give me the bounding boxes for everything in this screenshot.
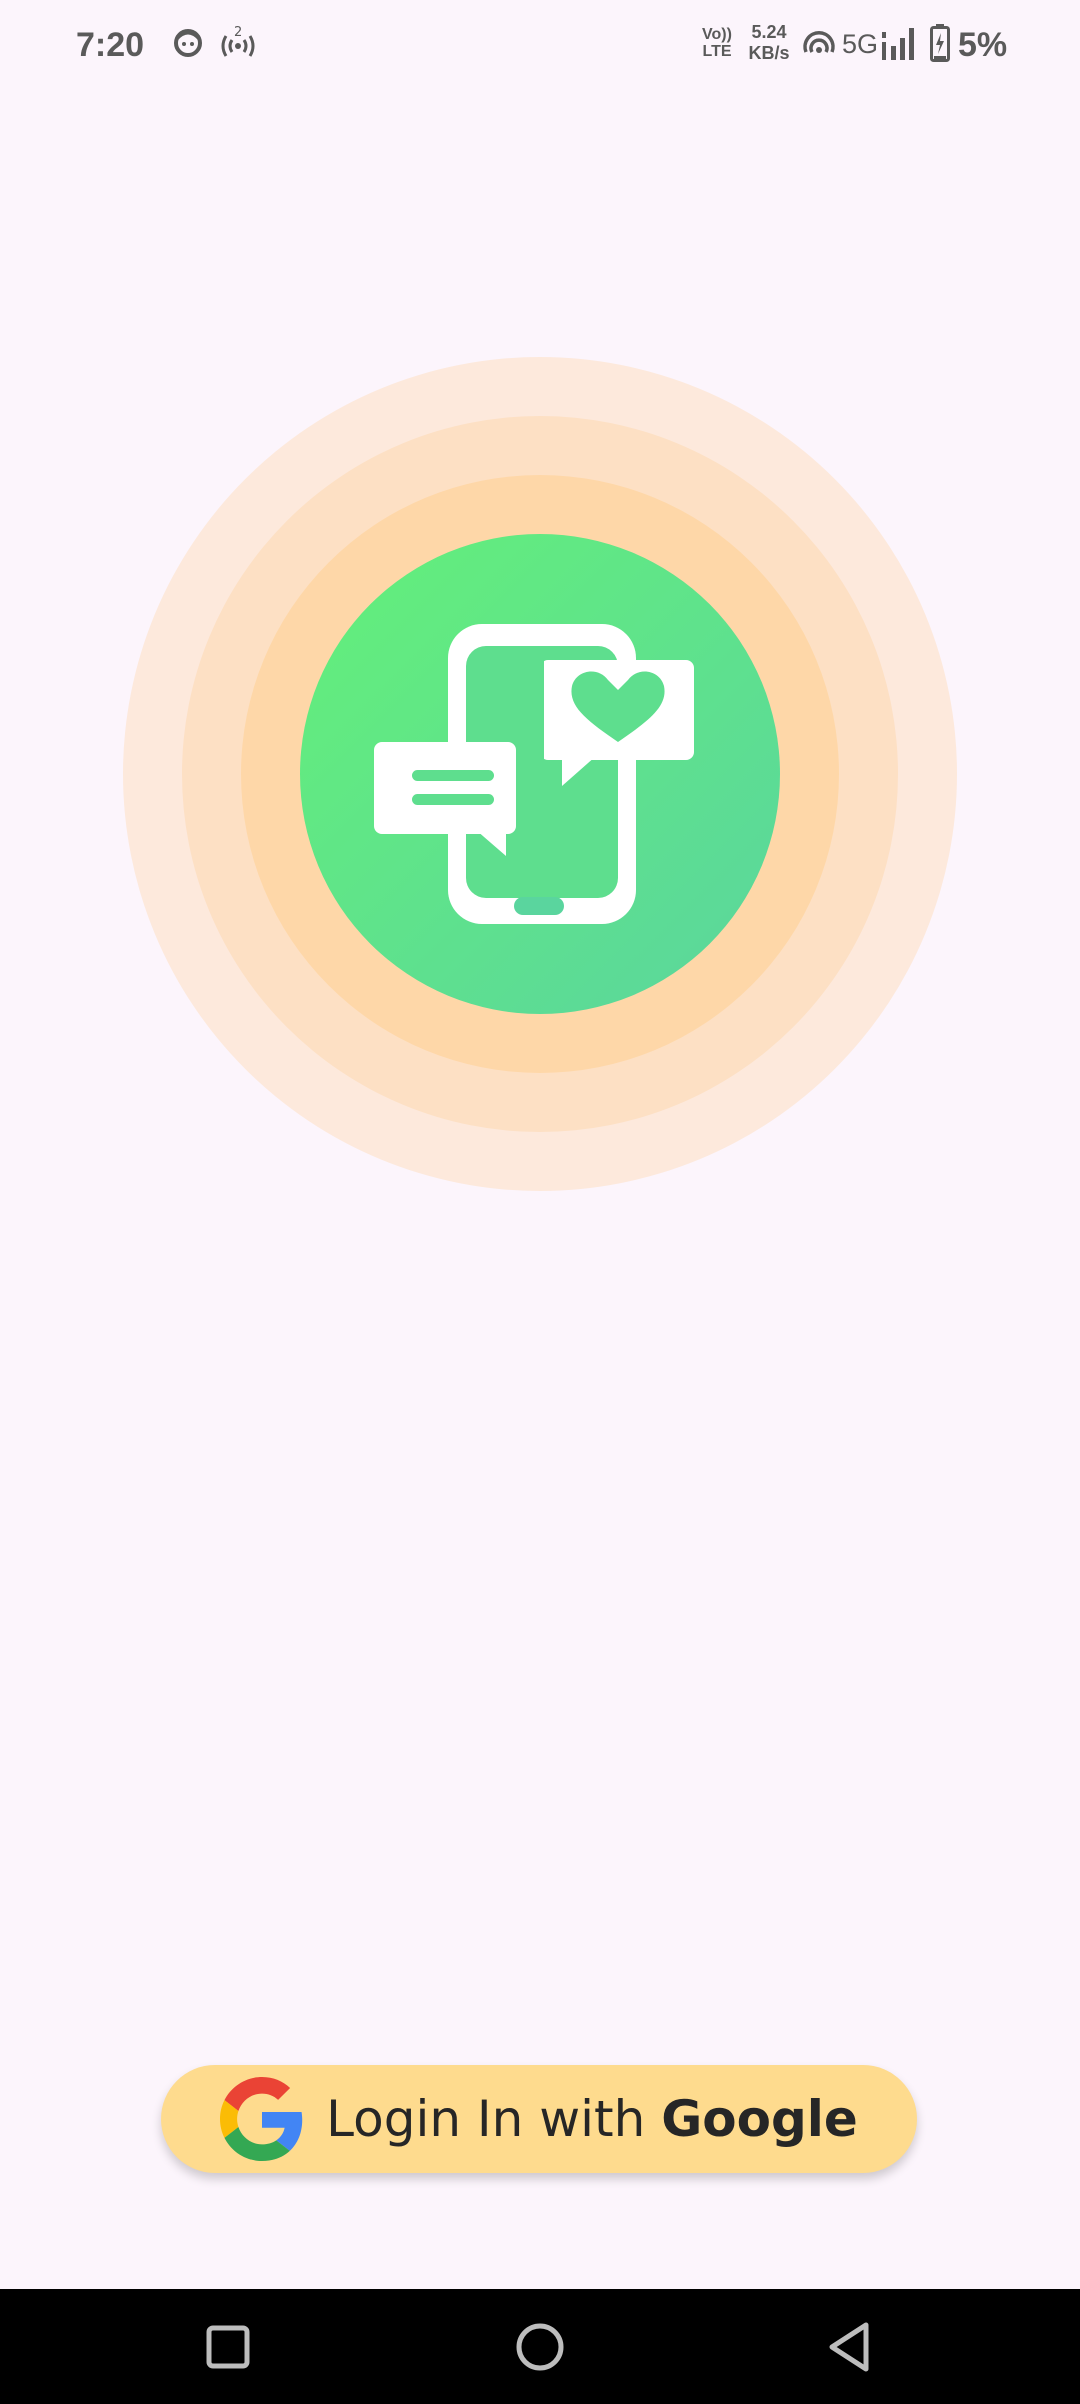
face-notification-icon [174, 29, 202, 57]
status-bar: 7:20 2 Vo)) LTE 5.24 KB/s 5G 5% [0, 0, 1080, 90]
google-g-icon [220, 2077, 303, 2161]
network-type: 5G [842, 29, 879, 59]
login-label-prefix: Login In with [326, 2090, 646, 2148]
login-label: Login In with Google [326, 2090, 858, 2148]
status-time: 7:20 [76, 26, 145, 64]
volte-line1: Vo)) [702, 26, 732, 43]
navigation-bar [0, 2289, 1080, 2404]
login-label-brand: Google [661, 2090, 858, 2148]
recent-apps-icon[interactable] [188, 2307, 268, 2387]
speed-unit: KB/s [748, 43, 790, 63]
google-login-button[interactable]: Login In with Google [161, 2065, 917, 2173]
signal-strength-icon [882, 28, 914, 60]
volte-icon: Vo)) LTE [700, 26, 734, 60]
phone-chat-heart-icon [374, 624, 694, 924]
hotspot-signal-icon [803, 31, 835, 53]
hero-circle [300, 534, 780, 1014]
speed-value: 5.24 [751, 22, 787, 42]
home-icon[interactable] [500, 2307, 580, 2387]
hero-illustration [123, 357, 957, 1191]
volte-line2: LTE [702, 43, 732, 60]
svg-text:2: 2 [234, 25, 242, 40]
back-icon[interactable] [810, 2307, 890, 2387]
hotspot-icon: 2 [221, 25, 255, 57]
network-speed: 5.24 KB/s [744, 22, 794, 64]
battery-charging-icon [930, 24, 950, 62]
battery-percent: 5% [958, 26, 1008, 64]
